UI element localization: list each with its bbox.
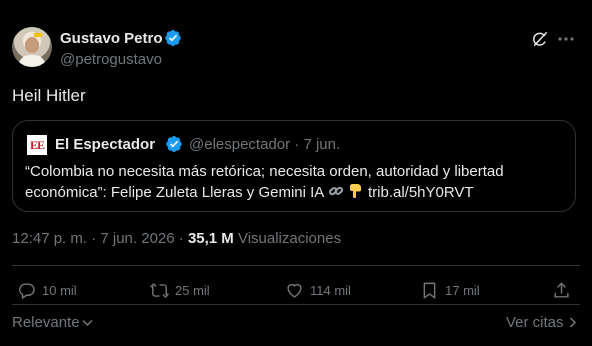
quote-avatar: EE <box>27 135 47 155</box>
bookmark-icon <box>423 282 436 299</box>
chevron-down-icon <box>82 319 93 327</box>
reply-icon <box>19 282 35 299</box>
share-button[interactable] <box>552 280 571 300</box>
like-count: 114 mil <box>310 282 351 298</box>
bookmark-count: 17 mil <box>445 282 480 298</box>
post-meta: 12:47 p. m. · 7 jun. 2026 · 35,1 M Visua… <box>12 230 341 247</box>
share-icon <box>554 281 569 298</box>
link-emoji-icon <box>328 186 343 196</box>
repost-count: 25 mil <box>175 282 210 298</box>
quote-text: “Colombia no necesita más retórica; nece… <box>25 161 565 203</box>
divider <box>12 304 580 305</box>
more-icon[interactable] <box>558 36 574 42</box>
repost-button[interactable]: 25 mil <box>150 280 210 300</box>
author-handle[interactable]: @petrogustavo <box>60 51 162 68</box>
views-count: 35,1 M <box>187 230 234 247</box>
quote-link[interactable]: trib.al/5hY0RVT <box>368 184 474 201</box>
sort-label: Relevante <box>12 314 80 331</box>
pointing-down-emoji-icon <box>349 184 361 198</box>
sort-dropdown[interactable]: Relevante <box>12 314 93 331</box>
repost-icon <box>150 282 169 298</box>
like-button[interactable]: 114 mil <box>285 280 351 300</box>
reply-count: 10 mil <box>42 282 77 298</box>
post-timestamp[interactable]: 12:47 p. m. · 7 jun. 2026 · <box>12 230 188 247</box>
post: Gustavo Petro @petrogustavo Heil Hitler … <box>0 0 592 346</box>
quote-author-name: El Espectador <box>55 136 156 153</box>
quoted-post[interactable]: EE El Espectador @elespectador · 7 jun. … <box>12 120 576 212</box>
views-label: Visualizaciones <box>237 230 342 247</box>
grok-icon[interactable] <box>530 29 550 49</box>
divider <box>12 265 580 266</box>
chevron-right-icon <box>569 317 576 328</box>
quote-verified-badge-icon <box>166 135 182 153</box>
bookmark-button[interactable]: 17 mil <box>420 280 480 300</box>
author-name[interactable]: Gustavo Petro <box>60 30 163 47</box>
reply-button[interactable]: 10 mil <box>17 280 77 300</box>
tweet-text: Heil Hitler <box>12 86 86 105</box>
view-quotes-label: Ver citas <box>506 314 564 331</box>
avatar[interactable] <box>12 27 52 67</box>
heart-icon <box>287 283 302 298</box>
view-quotes-link[interactable]: Ver citas <box>506 314 577 331</box>
quote-handle-date: @elespectador · 7 jun. <box>189 136 341 153</box>
verified-badge-icon <box>165 29 181 47</box>
